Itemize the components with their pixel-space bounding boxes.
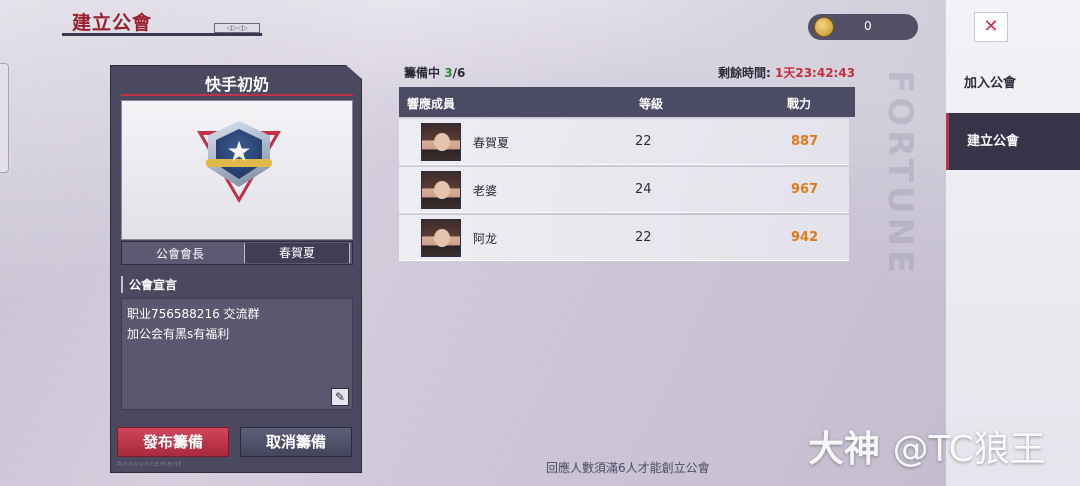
close-button[interactable]: ✕ bbox=[974, 12, 1008, 42]
member-level: 22 bbox=[635, 230, 652, 245]
avatar bbox=[421, 219, 461, 257]
avatar bbox=[421, 123, 461, 161]
prep-count-total: /6 bbox=[452, 66, 466, 80]
currency-pill[interactable]: 0 bbox=[808, 14, 918, 40]
background-decoration: FORTUNE bbox=[880, 70, 920, 278]
members-table: 響應成員 等級 戰力 春賀夏 22 887 老婆 24 967 阿龙 22 94… bbox=[399, 87, 855, 261]
menu-item-join-guild[interactable]: 加入公會 bbox=[946, 64, 1080, 104]
side-drawer-handle[interactable] bbox=[0, 63, 9, 173]
leader-row: 公會會長 春賀夏 bbox=[121, 241, 353, 265]
guild-name-underline bbox=[121, 94, 353, 96]
member-power: 887 bbox=[791, 134, 819, 149]
coin-icon bbox=[814, 17, 834, 37]
member-level: 22 bbox=[635, 134, 652, 149]
guild-emblem-area[interactable]: ★ bbox=[121, 100, 353, 240]
star-icon: ★ bbox=[226, 135, 252, 168]
title-plate: 建立公會 ◁▷◁▷ bbox=[62, 6, 262, 38]
page-title: 建立公會 bbox=[72, 12, 153, 34]
prep-count-current: 3 bbox=[444, 66, 453, 80]
watermark-brand: 大神 bbox=[808, 429, 881, 470]
member-name: 老婆 bbox=[473, 184, 498, 198]
table-row[interactable]: 春賀夏 22 887 bbox=[399, 119, 849, 165]
cancel-button[interactable]: 取消籌備 bbox=[240, 427, 352, 457]
header-member: 響應成員 bbox=[407, 97, 456, 111]
declaration-box: 职业756588216 交流群 加公会有黑s有福利 ✎ bbox=[121, 298, 353, 410]
leader-label: 公會會長 bbox=[155, 247, 204, 261]
declaration-text: 职业756588216 交流群 加公会有黑s有福利 bbox=[127, 307, 260, 341]
member-name: 春賀夏 bbox=[473, 136, 510, 150]
avatar bbox=[421, 171, 461, 209]
watermark-handle: @TC狼王 bbox=[892, 429, 1046, 470]
title-underline bbox=[62, 33, 262, 36]
edit-icon[interactable]: ✎ bbox=[331, 388, 349, 406]
guild-name: 快手初奶 bbox=[204, 75, 269, 94]
header-power: 戰力 bbox=[787, 97, 812, 111]
card-footer-decoration: Announcement bbox=[117, 460, 183, 468]
declaration-title: 公會宣言 bbox=[121, 276, 177, 293]
currency-amount: 0 bbox=[864, 19, 872, 33]
table-row[interactable]: 老婆 24 967 bbox=[399, 167, 849, 213]
prep-status: 籌備中 3/6 bbox=[404, 64, 465, 81]
title-decoration: ◁▷◁▷ bbox=[214, 23, 260, 33]
prep-label: 籌備中 bbox=[404, 66, 441, 80]
table-header: 響應成員 等級 戰力 bbox=[399, 87, 855, 117]
member-power: 942 bbox=[791, 230, 819, 245]
member-power: 967 bbox=[791, 182, 819, 197]
member-level: 24 bbox=[635, 182, 652, 197]
time-remaining: 剩餘時間: 1天23:42:43 bbox=[718, 64, 855, 81]
time-label: 剩餘時間: bbox=[718, 66, 771, 80]
header-level: 等級 bbox=[639, 97, 664, 111]
table-row[interactable]: 阿龙 22 942 bbox=[399, 215, 849, 261]
member-name: 阿龙 bbox=[473, 232, 498, 246]
publish-button[interactable]: 發布籌備 bbox=[117, 427, 229, 457]
time-value: 1天23:42:43 bbox=[775, 66, 856, 80]
leader-value: 春賀夏 bbox=[244, 243, 350, 263]
watermark: 大神 @TC狼王 bbox=[808, 420, 1046, 472]
guild-card: 快手初奶 ★ 公會會長 春賀夏 公會宣言 职业756588216 交流群 加公会… bbox=[110, 65, 362, 473]
requirement-notice: 回應人數須滿6人才能創立公會 bbox=[546, 461, 710, 475]
menu-item-create-guild[interactable]: 建立公會 bbox=[946, 113, 1080, 170]
right-menu-panel: ✕ 加入公會 建立公會 bbox=[946, 0, 1080, 486]
